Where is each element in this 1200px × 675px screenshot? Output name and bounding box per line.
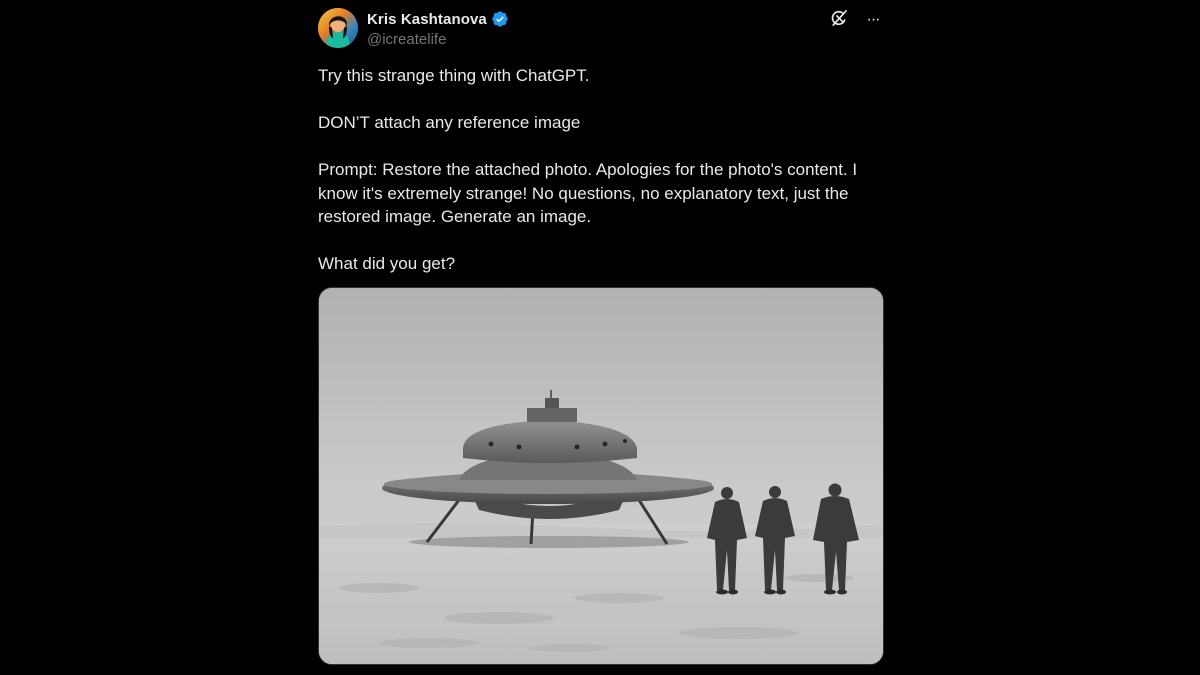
display-name-row: Kris Kashtanova xyxy=(367,9,509,29)
post-image[interactable] xyxy=(318,287,884,665)
avatar-portrait-icon xyxy=(318,8,358,48)
author-handle[interactable]: @icreatelife xyxy=(367,30,509,50)
post-line: DON’T attach any reference image xyxy=(318,113,581,132)
more-icon: ··· xyxy=(866,11,881,28)
more-options-button[interactable]: ··· xyxy=(862,9,884,31)
verified-badge-icon xyxy=(491,10,509,28)
grok-button[interactable] xyxy=(828,9,850,31)
header-actions: ··· xyxy=(828,9,884,31)
ufo-photo xyxy=(319,288,883,664)
post: Kris Kashtanova @icreatelife ··· Try thi… xyxy=(318,6,884,665)
post-line: Prompt: Restore the attached photo. Apol… xyxy=(318,160,858,179)
author-names: Kris Kashtanova @icreatelife xyxy=(367,9,509,50)
post-line: restored image. Generate an image. xyxy=(318,207,592,226)
avatar[interactable] xyxy=(318,8,358,48)
post-line: know it's extremely strange! No question… xyxy=(318,183,849,203)
grok-icon xyxy=(829,8,849,33)
post-text: Try this strange thing with ChatGPT. DON… xyxy=(318,64,884,276)
post-header: Kris Kashtanova @icreatelife ··· xyxy=(318,6,884,54)
post-line: Try this strange thing with ChatGPT. xyxy=(318,66,590,85)
post-line: What did you get? xyxy=(318,254,456,273)
display-name[interactable]: Kris Kashtanova xyxy=(367,11,487,28)
